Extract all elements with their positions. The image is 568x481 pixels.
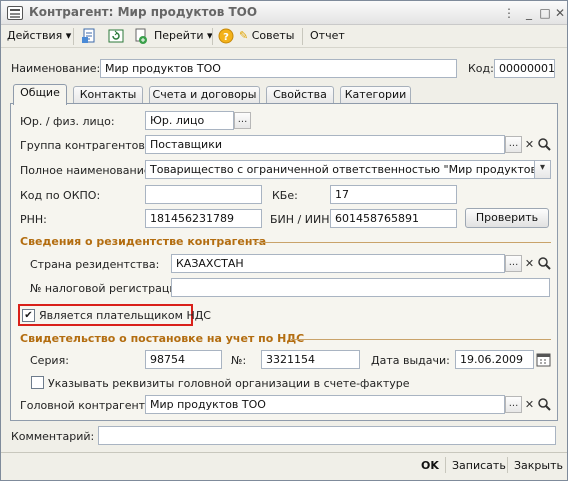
save-doc-icon[interactable] (81, 28, 97, 44)
minimize-button[interactable]: _ (521, 5, 537, 21)
save-button[interactable]: Записать (452, 459, 506, 472)
comment-field[interactable] (98, 426, 556, 445)
footer-separator (507, 457, 508, 473)
series-field[interactable]: 98754 (145, 350, 222, 369)
bin-field[interactable]: 601458765891 (330, 209, 457, 228)
section-divider (291, 339, 551, 340)
tax-reg-field[interactable] (171, 278, 550, 297)
menu-dots-icon[interactable]: ⋮ (501, 5, 517, 21)
form-icon (7, 6, 23, 20)
vat-payer-checkbox[interactable]: ✔ (22, 309, 35, 322)
search-icon[interactable] (536, 255, 553, 272)
help-icon[interactable]: ? (218, 28, 234, 44)
chevron-down-icon: ▾ (65, 29, 72, 42)
group-label: Группа контрагентов: (20, 139, 149, 152)
tips-button[interactable]: ✎ Советы (239, 29, 294, 42)
number-label: №: (231, 354, 247, 367)
head-counterparty-select-button[interactable]: ... (505, 396, 522, 413)
issue-date-label: Дата выдачи: (371, 354, 450, 367)
tab-accounts-contracts[interactable]: Счета и договоры (149, 86, 260, 104)
counterparty-window: Контрагент: Мир продуктов ТОО ⋮ _ □ ✕ Де… (0, 0, 568, 481)
footer-divider (1, 452, 567, 453)
vat-payer-label: Является плательщиком НДС (39, 309, 211, 322)
title-bar: Контрагент: Мир продуктов ТОО ⋮ _ □ ✕ (1, 1, 567, 25)
okpo-field[interactable] (145, 185, 262, 204)
copy-doc-icon[interactable] (132, 28, 148, 44)
goto-label: Перейти (154, 29, 204, 42)
rnn-label: РНН: (20, 213, 47, 226)
close-window-button[interactable]: ✕ (552, 5, 568, 21)
maximize-button[interactable]: □ (537, 5, 553, 21)
country-select-button[interactable]: ... (505, 255, 522, 272)
group-select-button[interactable]: ... (505, 136, 522, 153)
calendar-icon[interactable] (535, 351, 552, 368)
tab-contacts[interactable]: Контакты (73, 86, 143, 104)
tab-properties[interactable]: Свойства (266, 86, 334, 104)
search-icon[interactable] (536, 136, 553, 153)
kbe-field[interactable]: 17 (330, 185, 457, 204)
head-org-label: Указывать реквизиты головной организации… (48, 377, 410, 390)
residency-section-title: Сведения о резидентстве контрагента (20, 235, 267, 248)
lightbulb-icon: ✎ (239, 29, 249, 42)
okpo-label: Код по ОКПО: (20, 189, 101, 202)
check-button[interactable]: Проверить (465, 208, 549, 228)
tab-categories[interactable]: Категории (340, 86, 411, 104)
toolbar: Действия ▾ Перейти ▾ ? ✎ Советы Отчет (1, 25, 567, 48)
kbe-label: КБе: (272, 189, 298, 202)
number-field[interactable]: 3321154 (261, 350, 360, 369)
comment-label: Комментарий: (11, 430, 95, 443)
goto-menu[interactable]: Перейти ▾ (154, 29, 213, 42)
close-button[interactable]: Закрыть (514, 459, 563, 472)
chevron-down-icon: ▾ (539, 162, 546, 173)
series-label: Серия: (30, 354, 69, 367)
legal-type-select-button[interactable]: ... (234, 112, 251, 129)
toolbar-separator (212, 28, 213, 45)
tab-general[interactable]: Общие (13, 84, 67, 105)
toolbar-separator (73, 28, 74, 45)
report-button[interactable]: Отчет (310, 29, 345, 42)
country-field[interactable]: КАЗАХСТАН (171, 254, 505, 273)
code-label: Код: (468, 62, 494, 75)
footer-separator (445, 457, 446, 473)
full-name-field[interactable]: Товарищество с ограниченной ответственно… (145, 160, 534, 179)
legal-type-label: Юр. / физ. лицо: (20, 115, 115, 128)
name-field[interactable]: Мир продуктов ТОО (100, 59, 457, 78)
issue-date-field[interactable]: 19.06.2009 (455, 350, 534, 369)
country-label: Страна резидентства: (30, 258, 160, 271)
search-icon[interactable] (536, 396, 553, 413)
rnn-field[interactable]: 181456231789 (145, 209, 262, 228)
group-field[interactable]: Поставщики (145, 135, 505, 154)
section-divider (255, 242, 551, 243)
head-counterparty-label: Головной контрагент: (20, 399, 149, 412)
refresh-icon[interactable] (108, 28, 124, 44)
name-label: Наименование: (11, 62, 101, 75)
vat-section-title: Свидетельство о постановке на учет по НД… (20, 332, 305, 345)
tips-label: Советы (251, 29, 295, 42)
svg-text:?: ? (223, 32, 229, 43)
window-title: Контрагент: Мир продуктов ТОО (29, 5, 258, 19)
tax-reg-label: № налоговой регистрации: (30, 282, 188, 295)
head-counterparty-field[interactable]: Мир продуктов ТОО (145, 395, 505, 414)
toolbar-separator (302, 28, 303, 45)
legal-type-field[interactable]: Юр. лицо (145, 111, 234, 130)
actions-menu[interactable]: Действия ▾ (7, 29, 71, 42)
ok-button[interactable]: OK (421, 459, 439, 472)
actions-label: Действия (7, 29, 63, 42)
full-name-label: Полное наименование: (20, 164, 155, 177)
code-field[interactable]: 000000011 (494, 59, 555, 78)
head-org-checkbox[interactable] (31, 376, 44, 389)
full-name-dropdown-button[interactable]: ▾ (534, 160, 551, 179)
bin-label: БИН / ИИН: (270, 213, 334, 226)
